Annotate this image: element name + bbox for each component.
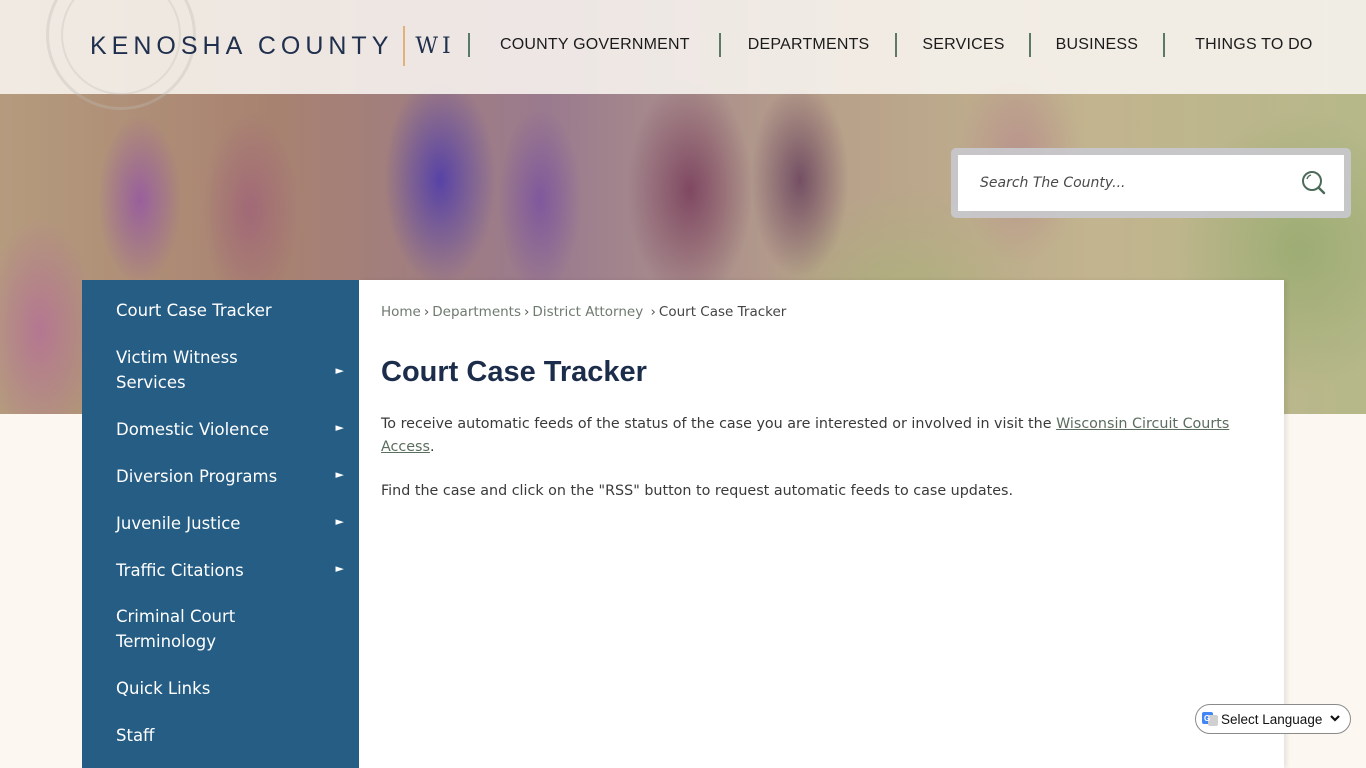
nav-divider [895,33,898,57]
sidebar-item-label: Quick Links [116,679,211,698]
sidebar-item-staff[interactable]: Staff [82,723,359,748]
sidebar-item-traffic-citations[interactable]: Traffic Citations ► [82,558,359,583]
nav-things-to-do[interactable]: THINGS TO DO [1195,36,1312,54]
sidebar-item-label: Diversion Programs [116,467,278,486]
search-input[interactable] [958,155,1278,211]
intro-text: To receive automatic feeds of the status… [381,416,1057,432]
intro-text-end: . [429,439,435,455]
language-select[interactable]: G Select Language [1195,704,1351,734]
main-content: Home › Departments › District Attorney › Cour… [359,280,1284,768]
logo-state: WI [415,33,455,59]
breadcrumb-separator: › [524,304,530,320]
logo-divider [403,26,406,66]
nav-county-government[interactable]: COUNTY GOVERNMENT [500,36,690,54]
search-box [958,155,1344,211]
breadcrumb-current: Court Case Tracker [658,304,787,320]
search-container [951,148,1351,218]
chevron-down-icon [1330,715,1340,722]
submenu-arrow-icon[interactable]: ► [336,556,344,581]
nav-divider [718,33,721,57]
rss-instructions: Find the case and click on the "RSS" but… [381,483,1014,499]
submenu-arrow-icon[interactable]: ► [336,358,344,383]
sidebar-item-criminal-court-terminology[interactable]: Criminal Court Terminology [82,604,359,654]
nav-divider [468,33,470,57]
site-header: KENOSHA COUNTY WI COUNTY GOVERNMENT DEPA… [0,0,1366,110]
breadcrumb-separator: › [650,304,656,320]
nav-divider [1163,33,1166,57]
logo-name: KENOSHA COUNTY [90,31,394,60]
breadcrumb-departments[interactable]: Departments [432,304,521,320]
sidebar-item-label: Domestic Violence [116,420,270,439]
sidebar-item-quick-links[interactable]: Quick Links [82,676,359,701]
page-title: Court Case Tracker [381,356,647,388]
google-translate-icon: G [1202,711,1218,727]
sidebar-item-domestic-violence[interactable]: Domestic Violence ► [82,417,359,442]
main-nav: COUNTY GOVERNMENT DEPARTMENTS SERVICES B… [468,33,1366,57]
breadcrumb: Home › Departments › District Attorney › Cour… [381,304,786,320]
nav-services[interactable]: SERVICES [922,36,1004,54]
sidebar-item-label: Traffic Citations [116,561,244,580]
language-selected-value: Select Language [1221,711,1323,727]
submenu-arrow-icon[interactable]: ► [336,415,344,440]
sidebar-item-juvenile-justice[interactable]: Juvenile Justice ► [82,511,359,536]
search-icon [1302,171,1326,195]
sidebar-item-label: Criminal Court Terminology [116,607,236,651]
breadcrumb-home[interactable]: Home [381,304,421,320]
home-logo-link[interactable]: KENOSHA COUNTY WI [90,26,455,66]
sidebar-item-label: Court Case Tracker [116,301,272,320]
sidebar-nav: Court Case Tracker Victim Witness Servic… [82,280,359,768]
nav-divider [1028,33,1031,57]
sidebar-item-label: Juvenile Justice [116,514,241,533]
breadcrumb-separator: › [423,304,430,320]
submenu-arrow-icon[interactable]: ► [336,462,344,487]
intro-paragraph: To receive automatic feeds of the status… [381,413,1271,459]
search-button[interactable] [1300,169,1328,197]
sidebar-item-label: Victim Witness Services [116,348,238,392]
svg-text:G: G [1204,714,1210,723]
sidebar-item-label: Staff [116,726,155,745]
nav-business[interactable]: BUSINESS [1056,36,1139,54]
submenu-arrow-icon[interactable]: ► [336,509,344,534]
sidebar-item-diversion-programs[interactable]: Diversion Programs ► [82,464,359,489]
nav-departments[interactable]: DEPARTMENTS [748,36,870,54]
breadcrumb-district-attorney[interactable]: District Attorney [532,304,643,320]
sidebar-item-victim-witness-services[interactable]: Victim Witness Services ► [82,345,359,395]
sidebar-item-court-case-tracker[interactable]: Court Case Tracker [82,298,359,323]
